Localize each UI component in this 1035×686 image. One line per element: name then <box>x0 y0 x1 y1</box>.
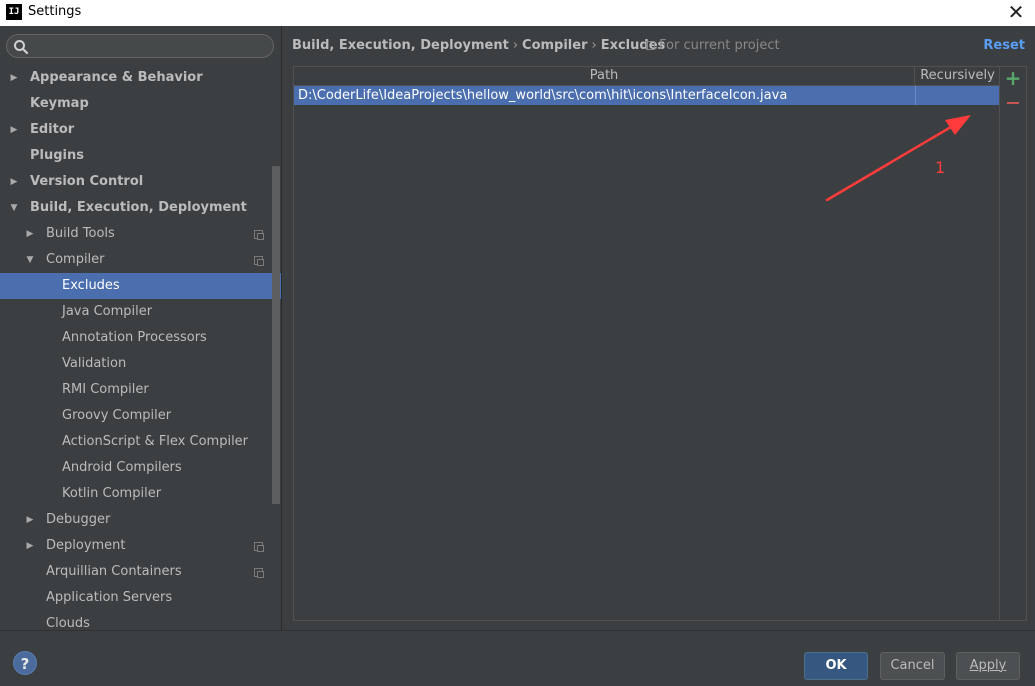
recursively-checkbox-cell[interactable] <box>915 86 999 105</box>
breadcrumb: Build, Execution, Deployment › Compiler › Ex… <box>292 38 665 53</box>
sidebar-item-clouds[interactable]: Clouds <box>0 611 282 630</box>
sidebar-item-java-compiler[interactable]: Java Compiler <box>0 299 282 325</box>
help-button[interactable]: ? <box>13 651 37 675</box>
project-scope-icon <box>254 542 264 552</box>
sidebar-item-plugins[interactable]: Plugins <box>0 143 282 169</box>
add-exclude-button[interactable]: + <box>1004 68 1022 88</box>
sidebar-item-rmi-compiler[interactable]: RMI Compiler <box>0 377 282 403</box>
sidebar-item-label: Editor <box>30 122 75 137</box>
search-icon <box>14 40 29 55</box>
chevron-right-icon[interactable]: ▶ <box>8 65 20 91</box>
settings-content: Build, Execution, Deployment › Compiler › Ex… <box>283 26 1035 630</box>
annotation-number: 1 <box>935 158 946 177</box>
sidebar-item-label: Build Tools <box>46 226 115 241</box>
column-header-path[interactable]: Path <box>294 67 915 86</box>
chevron-right-icon[interactable]: ▶ <box>8 117 20 143</box>
sidebar-item-label: Build, Execution, Deployment <box>30 200 247 215</box>
sidebar-item-keymap[interactable]: Keymap <box>0 91 282 117</box>
excludes-table: Path Recursively D:\CoderLife\IdeaProjec… <box>294 67 999 620</box>
sidebar-item-label: Application Servers <box>46 590 173 605</box>
sidebar-item-label: Annotation Processors <box>62 330 207 345</box>
breadcrumb-item: Compiler <box>522 38 588 53</box>
intellij-logo-icon: IJ <box>6 4 22 20</box>
sidebar-item-annotation-processors[interactable]: Annotation Processors <box>0 325 282 351</box>
sidebar-item-android-compilers[interactable]: Android Compilers <box>0 455 282 481</box>
chevron-right-icon[interactable]: ▶ <box>8 169 20 195</box>
settings-tree: ▶ Appearance & Behavior Keymap ▶ Editor Plugi… <box>0 65 282 630</box>
sidebar-item-build-execution-deployment[interactable]: ▼ Build, Execution, Deployment <box>0 195 282 221</box>
project-scope-icon <box>254 256 264 266</box>
chevron-right-icon[interactable]: ▶ <box>24 533 36 559</box>
column-header-recursively[interactable]: Recursively <box>916 67 999 86</box>
sidebar-item-editor[interactable]: ▶ Editor <box>0 117 282 143</box>
sidebar-item-version-control[interactable]: ▶ Version Control <box>0 169 282 195</box>
breadcrumb-separator: › <box>591 38 597 53</box>
sidebar-item-label: Plugins <box>30 148 84 163</box>
chevron-down-icon[interactable]: ▼ <box>8 195 20 221</box>
sidebar-item-label: RMI Compiler <box>62 382 149 397</box>
settings-search-input[interactable] <box>6 34 274 58</box>
sidebar-item-label: Kotlin Compiler <box>62 486 162 501</box>
apply-button-label: Apply <box>969 658 1007 673</box>
sidebar-item-validation[interactable]: Validation <box>0 351 282 377</box>
sidebar-item-label: Android Compilers <box>62 460 182 475</box>
project-scope-icon <box>646 41 655 50</box>
sidebar-item-label: Version Control <box>30 174 144 189</box>
table-toolbar: + <box>999 67 1026 620</box>
sidebar-scrollbar[interactable] <box>272 166 280 504</box>
sidebar-item-compiler[interactable]: ▼ Compiler <box>0 247 282 273</box>
path-cell: D:\CoderLife\IdeaProjects\hellow_world\s… <box>298 88 788 103</box>
breadcrumb-separator: › <box>512 38 519 53</box>
settings-sidebar: ▶ Appearance & Behavior Keymap ▶ Editor Plugi… <box>0 26 282 630</box>
table-header: Path Recursively <box>294 67 999 86</box>
chevron-down-icon[interactable]: ▼ <box>24 247 36 273</box>
project-scope-icon <box>254 568 264 578</box>
dialog-footer: ? OK Cancel Apply <box>0 630 1035 686</box>
sidebar-item-actionscript-flex-compiler[interactable]: ActionScript & Flex Compiler <box>0 429 282 455</box>
reset-link[interactable]: Reset <box>983 38 1025 53</box>
sidebar-item-label: Deployment <box>46 538 126 553</box>
chevron-right-icon[interactable]: ▶ <box>24 507 36 533</box>
sidebar-item-application-servers[interactable]: Application Servers <box>0 585 282 611</box>
sidebar-item-build-tools[interactable]: ▶ Build Tools <box>0 221 282 247</box>
project-scope-icon <box>254 230 264 240</box>
sidebar-item-label: Appearance & Behavior <box>30 70 203 85</box>
title-bar: IJ Settings ✕ <box>0 0 1035 26</box>
sidebar-item-label: Clouds <box>46 616 90 630</box>
breadcrumb-item: Build, Execution, Deployment <box>292 38 509 53</box>
chevron-right-icon[interactable]: ▶ <box>24 221 36 247</box>
sidebar-item-groovy-compiler[interactable]: Groovy Compiler <box>0 403 282 429</box>
cancel-button[interactable]: Cancel <box>880 652 945 680</box>
apply-button[interactable]: Apply <box>956 652 1020 680</box>
scope-text: For current project <box>659 38 780 53</box>
window-title: Settings <box>28 4 82 19</box>
sidebar-item-label: Java Compiler <box>62 304 153 319</box>
sidebar-item-debugger[interactable]: ▶ Debugger <box>0 507 282 533</box>
sidebar-item-label: Groovy Compiler <box>62 408 172 423</box>
table-row[interactable]: D:\CoderLife\IdeaProjects\hellow_world\s… <box>294 86 999 105</box>
sidebar-item-arquillian-containers[interactable]: Arquillian Containers <box>0 559 282 585</box>
sidebar-item-label: ActionScript & Flex Compiler <box>62 434 249 449</box>
sidebar-item-deployment[interactable]: ▶ Deployment <box>0 533 282 559</box>
ok-button[interactable]: OK <box>804 652 868 680</box>
sidebar-item-label: Debugger <box>46 512 111 527</box>
sidebar-item-kotlin-compiler[interactable]: Kotlin Compiler <box>0 481 282 507</box>
scope-label: For current project <box>646 38 780 53</box>
sidebar-item-appearance-behavior[interactable]: ▶ Appearance & Behavior <box>0 65 282 91</box>
close-window-button[interactable]: ✕ <box>1003 0 1029 26</box>
sidebar-item-label: Validation <box>62 356 127 371</box>
sidebar-item-label: Arquillian Containers <box>46 564 182 579</box>
remove-exclude-button[interactable] <box>1004 93 1022 111</box>
excludes-table-panel: Path Recursively D:\CoderLife\IdeaProjec… <box>293 66 1027 621</box>
sidebar-item-label: Excludes <box>62 278 120 293</box>
sidebar-item-label: Keymap <box>30 96 89 111</box>
sidebar-item-label: Compiler <box>46 252 105 267</box>
sidebar-item-excludes[interactable]: Excludes <box>0 273 281 299</box>
